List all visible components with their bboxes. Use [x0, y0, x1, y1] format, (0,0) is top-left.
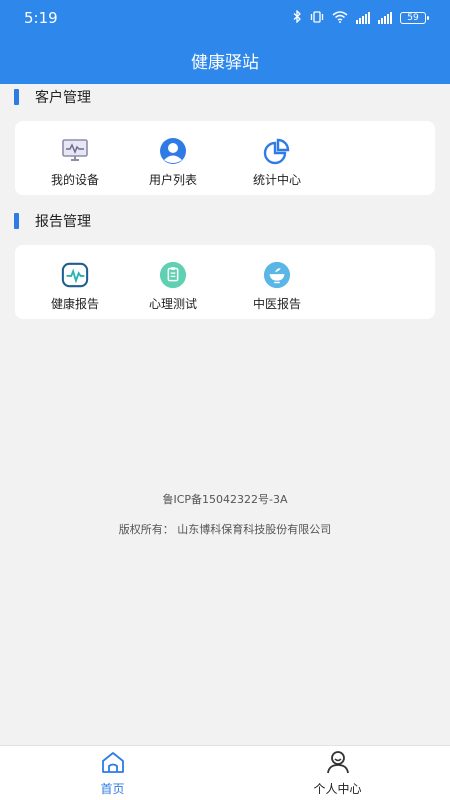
- status-time: 5:19: [24, 9, 58, 27]
- section-title: 报告管理: [35, 214, 91, 230]
- signal-icon: [378, 12, 392, 24]
- status-icons: 59: [293, 9, 429, 26]
- tab-home[interactable]: 首页: [0, 746, 225, 800]
- clipboard-icon: [159, 261, 187, 289]
- tab-label: 首页: [100, 782, 125, 796]
- bluetooth-icon: [293, 9, 302, 26]
- section-header-report: 报告管理: [14, 211, 91, 231]
- grid-label: 中医报告: [252, 297, 301, 311]
- grid-item-statistics-center[interactable]: 统计中心: [225, 121, 329, 195]
- herbal-bowl-icon: [263, 261, 291, 289]
- copyright-text: 版权所有： 山东博科保育科技股份有限公司: [118, 523, 332, 536]
- grid-label: 统计中心: [252, 173, 301, 187]
- top-app-bar: 5:19 59 健康驿站: [0, 0, 450, 84]
- icp-license-text: 鲁ICP备15042322号-3A: [162, 493, 288, 506]
- page-title: 健康驿站: [191, 52, 259, 73]
- grid-label: 用户列表: [148, 173, 197, 187]
- grid-label: 我的设备: [50, 173, 99, 187]
- status-bar: 5:19 59: [0, 0, 450, 36]
- grid-item-user-list[interactable]: 用户列表: [121, 121, 225, 195]
- person-icon: [325, 750, 351, 778]
- heartbeat-icon: [61, 261, 89, 289]
- grid-label: 健康报告: [50, 297, 99, 311]
- vibrate-icon: [310, 10, 324, 26]
- grid-item-psych-test[interactable]: 心理测试: [121, 245, 225, 319]
- signal-icon: [356, 12, 370, 24]
- home-icon: [100, 750, 126, 778]
- report-management-card: 健康报告 心理测试 中医报告: [15, 245, 435, 319]
- battery-indicator: 59: [400, 12, 429, 24]
- monitor-icon: [61, 137, 89, 165]
- grid-label: 心理测试: [148, 297, 197, 311]
- wifi-icon: [332, 10, 348, 26]
- section-marker: [14, 89, 19, 105]
- tab-label: 个人中心: [313, 782, 362, 796]
- section-marker: [14, 213, 19, 229]
- pie-chart-icon: [263, 137, 291, 165]
- section-header-customer: 客户管理: [14, 87, 91, 107]
- grid-item-health-report[interactable]: 健康报告: [23, 245, 127, 319]
- grid-item-tcm-report[interactable]: 中医报告: [225, 245, 329, 319]
- user-icon: [159, 137, 187, 165]
- customer-management-card: 我的设备 用户列表 统计中心: [15, 121, 435, 195]
- section-title: 客户管理: [35, 90, 91, 106]
- tab-personal-center[interactable]: 个人中心: [225, 746, 450, 800]
- bottom-tab-bar: 首页 个人中心: [0, 745, 450, 800]
- grid-item-my-devices[interactable]: 我的设备: [23, 121, 127, 195]
